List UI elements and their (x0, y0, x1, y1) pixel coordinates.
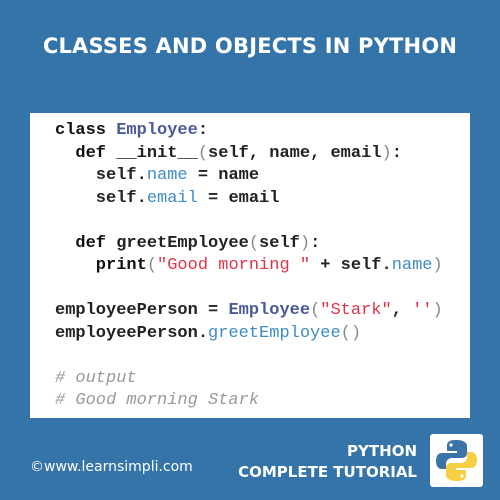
code-punctuation: () (340, 323, 362, 343)
code-text: self (259, 233, 300, 253)
code-line: self.name = name (55, 165, 470, 188)
code-line: employeePerson.greetEmployee() (55, 323, 470, 346)
footer-title-line2: COMPLETE TUTORIAL (238, 463, 417, 481)
code-punctuation: ) (381, 143, 392, 163)
code-attribute: name (391, 256, 433, 275)
code-line: print("Good morning " + self.name) (55, 255, 470, 278)
code-punctuation: ( (310, 301, 321, 320)
code-punctuation: ( (197, 143, 209, 163)
code-text: : (197, 121, 209, 140)
code-text: : (310, 233, 321, 253)
code-text: + self. (310, 256, 392, 275)
code-string: "Good morning " (157, 256, 311, 275)
footer-title-line1: PYTHON (347, 442, 417, 460)
code-text: = email (197, 188, 280, 208)
code-keyword: class (55, 121, 117, 140)
footer-title: PYTHON COMPLETE TUTORIAL (238, 441, 417, 483)
code-punctuation: ( (248, 233, 260, 253)
python-logo-icon (430, 434, 483, 487)
code-string: "Stark" (320, 301, 392, 320)
code-text: self. (55, 188, 147, 208)
code-line: def __init__(self, name, email): (55, 143, 470, 166)
code-keyword: print (55, 256, 147, 275)
code-punctuation: ) (299, 233, 311, 253)
code-text: , (391, 301, 413, 320)
code-comment: # Good morning Stark (55, 391, 260, 410)
code-line: # output (55, 368, 470, 391)
code-attribute: greetEmployee (208, 323, 341, 343)
code-block: class Employee: def __init__(self, name,… (30, 113, 470, 418)
page-title: CLASSES AND OBJECTS IN PYTHON (42, 34, 458, 58)
code-keyword: def (55, 233, 117, 253)
code-line: # Good morning Stark (55, 390, 470, 413)
code-text: greetEmployee (116, 233, 249, 253)
code-text: self, name, email (208, 143, 382, 163)
code-text: = name (187, 166, 260, 185)
code-text: employeePerson. (55, 323, 209, 343)
code-text: self. (55, 166, 147, 185)
code-text: __init__ (116, 143, 198, 163)
code-punctuation: ) (432, 256, 443, 275)
code-line: employeePerson = Employee("Stark", '') (55, 300, 470, 323)
code-attribute: email (146, 188, 198, 208)
code-keyword: def (55, 143, 117, 163)
code-punctuation: ) (432, 301, 443, 320)
code-line: self.email = email (55, 188, 470, 211)
code-text: employeePerson = (55, 301, 229, 320)
code-comment: # output (55, 368, 137, 388)
code-attribute: name (146, 166, 188, 185)
code-class-name: Employee (116, 121, 198, 140)
code-class-name: Employee (228, 301, 311, 320)
copyright-text: ©www.learnsimpli.com (30, 459, 193, 475)
code-string: '' (412, 301, 433, 320)
code-text: : (391, 143, 402, 163)
code-line: def greetEmployee(self): (55, 233, 470, 256)
code-line: class Employee: (55, 120, 470, 143)
code-punctuation: ( (146, 256, 158, 275)
